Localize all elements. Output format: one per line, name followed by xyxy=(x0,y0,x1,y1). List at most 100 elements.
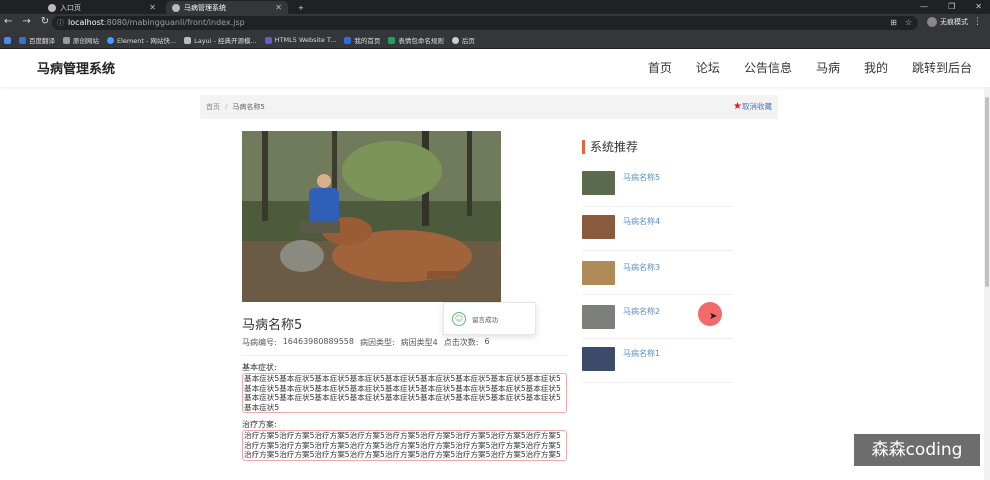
recommend-thumbnail[interactable] xyxy=(582,305,615,329)
menu-item-forum[interactable]: 论坛 xyxy=(696,59,720,76)
url-host: localhost xyxy=(68,18,104,27)
breadcrumb-home[interactable]: 首页 xyxy=(206,103,220,111)
symptom-label: 基本症状: xyxy=(242,363,277,372)
info-icon[interactable]: ⓘ xyxy=(57,16,64,30)
main-menu: 首页 论坛 公告信息 马病 我的 跳转到后台 xyxy=(648,59,972,76)
unfavorite-button[interactable]: ★取消收藏 xyxy=(733,95,772,119)
bookmark-label: Element - 网站快... xyxy=(117,37,177,45)
forward-icon[interactable]: → xyxy=(22,16,30,27)
bookmark-item[interactable]: 我的首页 xyxy=(344,35,380,45)
address-bar-row: ← → ↻ ⓘ localhost:8080/mabingguanli/front… xyxy=(0,14,990,32)
symptom-text: 基本症状5基本症状5基本症状5基本症状5基本症状5基本症状5基本症状5基本症状5… xyxy=(242,373,567,413)
treatment-text: 治疗方案5治疗方案5治疗方案5治疗方案5治疗方案5治疗方案5治疗方案5治疗方案5… xyxy=(242,430,567,461)
recommend-name[interactable]: 马病名称5 xyxy=(623,172,660,183)
recommend-name[interactable]: 马病名称1 xyxy=(623,348,660,359)
recommend-item[interactable]: 马病名称5 xyxy=(582,163,732,207)
back-icon[interactable]: ← xyxy=(4,16,12,27)
recommend-thumbnail[interactable] xyxy=(582,215,615,239)
unfavorite-label: 取消收藏 xyxy=(742,102,772,111)
tab-entry-page[interactable]: 入口页 ✕ xyxy=(42,1,162,14)
breadcrumb-separator: / xyxy=(225,103,228,111)
disease-title: 马病名称5 xyxy=(242,318,303,333)
browser-tab-strip: 入口页 ✕ 马病管理系统 ✕ + — ❐ ✕ xyxy=(0,0,990,14)
url-actions: ⊞ ☆ xyxy=(890,18,912,27)
breadcrumb-current: 马病名称5 xyxy=(232,103,265,111)
globe-icon xyxy=(48,3,56,12)
new-tab-button[interactable]: + xyxy=(292,1,310,14)
recommend-thumbnail[interactable] xyxy=(582,261,615,285)
restore-icon[interactable]: ❐ xyxy=(948,2,955,11)
menu-kebab-icon[interactable]: ⋮ xyxy=(973,17,982,27)
incognito-icon xyxy=(927,17,937,27)
star-icon: ★ xyxy=(733,101,742,112)
treatment-label: 治疗方案: xyxy=(242,420,277,429)
watermark: 森森coding xyxy=(854,434,980,466)
browser-menu-icon[interactable] xyxy=(2,1,14,14)
disease-photo xyxy=(242,131,501,302)
bookmark-item[interactable]: HTML5 Website T... xyxy=(264,36,337,44)
window-controls: — ❐ ✕ xyxy=(920,2,982,11)
recommend-name[interactable]: 马病名称4 xyxy=(623,216,660,227)
page-scrollbar[interactable] xyxy=(984,87,990,480)
reload-icon[interactable]: ↻ xyxy=(41,16,49,27)
breadcrumb: 首页 / 马病名称5 ★取消收藏 xyxy=(200,95,778,119)
tab-label: 入口页 xyxy=(60,3,81,12)
bookmark-item[interactable]: 后页 xyxy=(451,35,475,45)
page-viewport: 马病管理系统 首页 论坛 公告信息 马病 我的 跳转到后台 首页 / 马病名称5 ★… xyxy=(0,49,990,480)
bookmarks-bar: 百度翻译 原创网站 Element - 网站快... Layui - 经典开源模… xyxy=(0,32,990,49)
bookmark-star-icon[interactable]: ☆ xyxy=(905,18,912,27)
bookmark-item[interactable]: Layui - 经典开源模... xyxy=(184,35,257,45)
recommend-item[interactable]: 马病名称1 xyxy=(582,339,732,383)
bookmark-item[interactable]: 百度翻译 xyxy=(19,35,55,45)
translate-icon[interactable]: ⊞ xyxy=(890,18,897,27)
menu-item-announcements[interactable]: 公告信息 xyxy=(744,59,792,76)
close-window-icon[interactable]: ✕ xyxy=(975,2,982,11)
bookmark-item[interactable]: Element - 网站快... xyxy=(107,35,176,45)
recommend-name[interactable]: 马病名称2 xyxy=(623,306,660,317)
apps-icon[interactable] xyxy=(4,36,11,44)
bookmark-label: 我的首页 xyxy=(354,37,381,45)
bookmark-label: HTML5 Website T... xyxy=(274,36,337,44)
horse-photo-illustration xyxy=(242,131,501,302)
close-tab-icon[interactable]: ✕ xyxy=(275,3,282,12)
menu-item-home[interactable]: 首页 xyxy=(648,59,672,76)
site-header: 马病管理系统 首页 论坛 公告信息 马病 我的 跳转到后台 xyxy=(0,49,990,87)
minimize-icon[interactable]: — xyxy=(920,2,928,11)
menu-item-mine[interactable]: 我的 xyxy=(864,59,888,76)
url-path: :8080/mabingguanli/front/index.jsp xyxy=(103,18,245,27)
bookmark-label: 百度翻译 xyxy=(29,37,55,45)
pinned-tab[interactable] xyxy=(22,1,34,14)
tab-label: 马病管理系统 xyxy=(184,3,226,12)
plus-icon: + xyxy=(298,3,304,12)
code-value: 16463980889558 xyxy=(282,337,354,346)
incognito-profile[interactable]: 无痕模式 xyxy=(927,17,968,27)
recommend-name[interactable]: 马病名称3 xyxy=(623,262,660,273)
recommend-item[interactable]: 马病名称3 xyxy=(582,251,732,295)
menu-item-admin[interactable]: 跳转到后台 xyxy=(912,59,972,76)
bookmark-label: Layui - 经典开源模... xyxy=(194,37,257,45)
type-label: 病因类型: xyxy=(359,338,395,347)
recommend-thumbnail[interactable] xyxy=(582,347,615,371)
profile-label: 无痕模式 xyxy=(940,18,968,26)
success-toast: ☺ 留言成功 xyxy=(443,302,536,335)
smile-icon: ☺ xyxy=(452,311,466,326)
divider xyxy=(242,355,567,356)
bookmark-item[interactable]: 表情包命名规则 xyxy=(388,35,444,45)
recommend-title: 系统推荐 xyxy=(582,140,638,154)
url-input[interactable]: ⓘ localhost:8080/mabingguanli/front/index… xyxy=(52,16,918,30)
navigation-buttons: ← → ↻ xyxy=(4,16,49,27)
close-tab-icon[interactable]: ✕ xyxy=(149,3,156,12)
site-brand[interactable]: 马病管理系统 xyxy=(37,58,115,77)
bookmark-label: 表情包命名规则 xyxy=(398,37,444,45)
menu-item-diseases[interactable]: 马病 xyxy=(816,59,840,76)
clicks-label: 点击次数: xyxy=(443,338,479,347)
globe-icon xyxy=(172,3,180,12)
tab-system[interactable]: 马病管理系统 ✕ xyxy=(166,1,288,14)
bookmark-item[interactable]: 原创网站 xyxy=(63,35,99,45)
recommend-item[interactable]: 马病名称4 xyxy=(582,207,732,251)
clicks-value: 6 xyxy=(484,337,490,346)
mouse-pointer-icon: ➤ xyxy=(709,311,718,322)
scrollbar-thumb[interactable] xyxy=(985,97,989,287)
toast-message: 留言成功 xyxy=(472,315,498,324)
recommend-thumbnail[interactable] xyxy=(582,171,615,195)
